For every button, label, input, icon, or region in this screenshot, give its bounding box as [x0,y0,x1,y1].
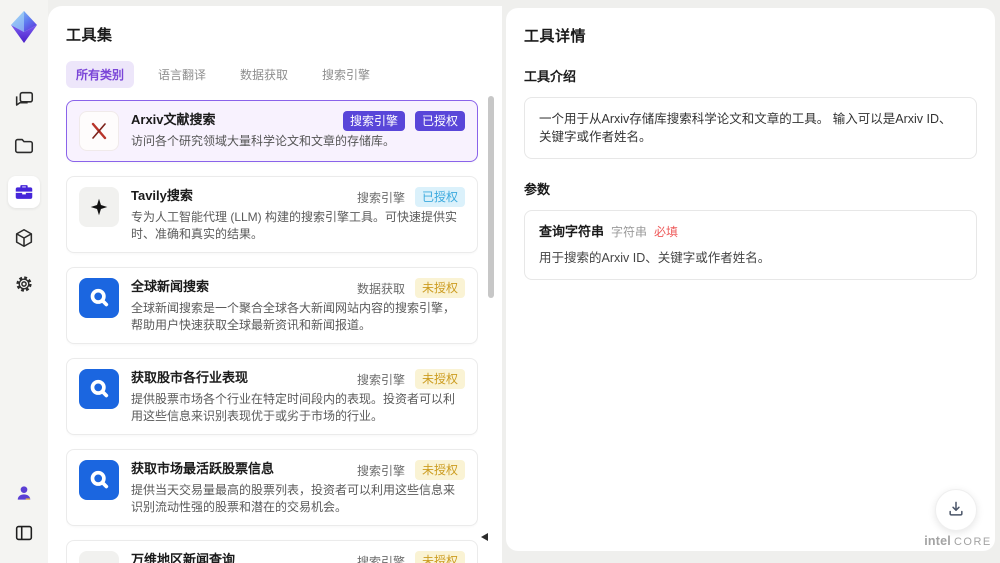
category-tabs: 所有类别 语言翻译 数据获取 搜索引擎 [48,45,502,88]
auth-badge: 未授权 [414,551,465,563]
param-name: 查询字符串 [539,224,605,239]
category-tag: 搜索引擎 [356,372,405,387]
intel-core-logo: intel CORE [922,532,994,550]
detail-title: 工具详情 [524,28,587,45]
tool-description: 访问各个研究领域大量科学论文和文章的存储库。 [131,134,396,148]
param-required-badge: 必填 [654,225,679,239]
core-wordmark: CORE [953,536,992,548]
tool-tags: 搜索引擎 已授权 [342,111,465,131]
arxiv-icon [79,111,119,151]
tool-tags: 搜索引擎 未授权 [357,369,465,389]
cube-icon [13,227,35,249]
auth-badge: 已授权 [414,111,465,131]
tool-tags: 数据获取 未授权 [357,278,465,298]
intro-heading: 工具介绍 [524,69,577,84]
page-title: 工具集 [66,27,113,44]
auth-badge: 未授权 [414,278,465,298]
panel-toggle-icon [13,522,35,544]
param-description: 用于搜索的Arxiv ID、关键字或作者姓名。 [539,251,771,265]
tool-card-active-stocks[interactable]: 获取市场最活跃股票信息 提供当天交易量最高的股票列表，投资者可以利用这些信息来识… [66,449,478,526]
tool-tags: 搜索引擎 未授权 [357,551,465,563]
category-tag: 搜索引擎 [342,111,405,131]
tool-list: Arxiv文献搜索 访问各个研究领域大量科学论文和文章的存储库。 搜索引擎 已授… [66,100,478,563]
tool-tags: 搜索引擎 未授权 [357,460,465,480]
tool-intro-text: 一个用于从Arxiv存储库搜索科学论文和文章的工具。 输入可以是Arxiv ID… [524,97,977,159]
sidebar-item-files[interactable] [8,130,40,162]
newspaper-icon [79,551,119,563]
params-heading: 参数 [524,182,551,197]
app-window: 工具集 所有类别 语言翻译 数据获取 搜索引擎 Arxiv文献搜索 访问各个研究… [0,0,1000,563]
folder-icon [13,135,35,157]
tool-card-arxiv[interactable]: Arxiv文献搜索 访问各个研究领域大量科学论文和文章的存储库。 搜索引擎 已授… [66,100,478,162]
briefcase-icon [13,181,35,203]
collapse-sidebar-button[interactable] [8,517,40,549]
param-card: 查询字符串 字符串 必填 用于搜索的Arxiv ID、关键字或作者姓名。 [524,210,977,280]
param-header: 查询字符串 字符串 必填 [539,223,962,241]
tool-description: 全球新闻搜索是一个聚合全球各大新闻网站内容的搜索引擎，帮助用户快速获取全球最新资… [131,301,456,332]
intel-wordmark: intel [924,534,951,548]
tab-search-engine[interactable]: 搜索引擎 [312,61,380,88]
tool-card-sector-performance[interactable]: 获取股市各行业表现 提供股票市场各个行业在特定时间段内的表现。投资者可以利用这些… [66,358,478,435]
auth-badge: 未授权 [414,460,465,480]
sidebar-item-chat[interactable] [8,84,40,116]
download-icon [946,499,966,522]
tool-detail-panel: 工具详情 工具介绍 一个用于从Arxiv存储库搜索科学论文和文章的工具。 输入可… [506,8,995,551]
tab-data-fetching[interactable]: 数据获取 [230,61,298,88]
category-tag: 搜索引擎 [356,554,405,563]
tool-card-global-news[interactable]: 全球新闻搜索 全球新闻搜索是一个聚合全球各大新闻网站内容的搜索引擎，帮助用户快速… [66,267,478,344]
sidebar-item-packages[interactable] [8,222,40,254]
tab-all-categories[interactable]: 所有类别 [66,61,135,88]
sidebar [0,0,48,563]
chat-icon [13,89,35,111]
collapse-arrow-icon[interactable] [481,533,488,541]
category-tag: 数据获取 [356,281,405,296]
scrollbar-thumb[interactable] [488,96,494,298]
gear-icon [13,273,35,295]
tool-description: 提供当天交易量最高的股票列表，投资者可以利用这些信息来识别流动性强的股票和潜在的… [131,483,456,514]
sidebar-nav [8,84,40,300]
tools-panel: 工具集 所有类别 语言翻译 数据获取 搜索引擎 Arxiv文献搜索 访问各个研究… [48,6,502,563]
category-tag: 搜索引擎 [356,463,405,478]
auth-badge: 已授权 [414,187,465,207]
user-avatar-button[interactable] [8,477,40,509]
search-icon [79,460,119,500]
user-icon [14,483,34,503]
app-logo-icon[interactable] [8,10,40,44]
tab-language-translation[interactable]: 语言翻译 [148,61,216,88]
tool-card-regional-news[interactable]: 万维地区新闻查询 查询具体行政区划内的新闻，快速了解各地新闻动 搜索引擎 未授权 [66,540,478,563]
sidebar-item-settings[interactable] [8,268,40,300]
sidebar-bottom [8,477,40,549]
search-icon [79,369,119,409]
param-type: 字符串 [611,225,648,239]
search-icon [79,278,119,318]
scrollbar[interactable] [488,94,494,556]
tool-tags: 搜索引擎 已授权 [357,187,465,207]
auth-badge: 未授权 [414,369,465,389]
download-button[interactable] [935,489,977,531]
tool-description: 提供股票市场各个行业在特定时间段内的表现。投资者可以利用这些信息来识别表现优于或… [131,392,456,423]
tool-description: 专为人工智能代理 (LLM) 构建的搜索引擎工具。可快速提供实时、准确和真实的结… [131,210,458,241]
tavily-star-icon [79,187,119,227]
category-tag: 搜索引擎 [356,190,405,205]
tool-card-tavily[interactable]: Tavily搜索 专为人工智能代理 (LLM) 构建的搜索引擎工具。可快速提供实… [66,176,478,253]
sidebar-item-tools[interactable] [8,176,40,208]
